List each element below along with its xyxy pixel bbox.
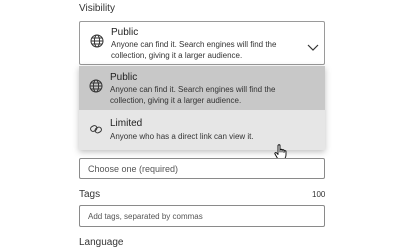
globe-icon [89,79,103,98]
dropdown-option-limited[interactable]: Limited Anyone who has a direct link can… [79,110,325,150]
chevron-down-icon[interactable] [307,39,319,57]
selected-option-desc-line2: collection, giving it a larger audience. [111,51,243,60]
link-icon [89,122,103,141]
dropdown-option-public[interactable]: Public Anyone can find it. Search engine… [79,66,325,110]
tags-char-counter: 100 [312,190,326,199]
globe-icon [90,34,104,53]
language-label: Language [79,237,124,248]
selected-option-title: Public [111,27,139,38]
option-title: Public [110,72,138,83]
tags-label: Tags [79,189,101,200]
option-desc-line1: Anyone can find it. Search engines will … [110,85,276,94]
selected-option-desc-line1: Anyone can find it. Search engines will … [111,40,277,49]
visibility-label: Visibility [79,3,115,14]
tags-input[interactable] [79,205,325,227]
option-title: Limited [110,118,143,129]
category-select[interactable] [79,158,325,179]
visibility-select[interactable]: Public Anyone can find it. Search engine… [79,21,325,65]
option-desc-line1: Anyone who has a direct link can view it… [110,132,254,141]
option-desc-line2: collection, giving it a larger audience. [110,96,242,105]
visibility-dropdown: Public Anyone can find it. Search engine… [79,66,325,150]
